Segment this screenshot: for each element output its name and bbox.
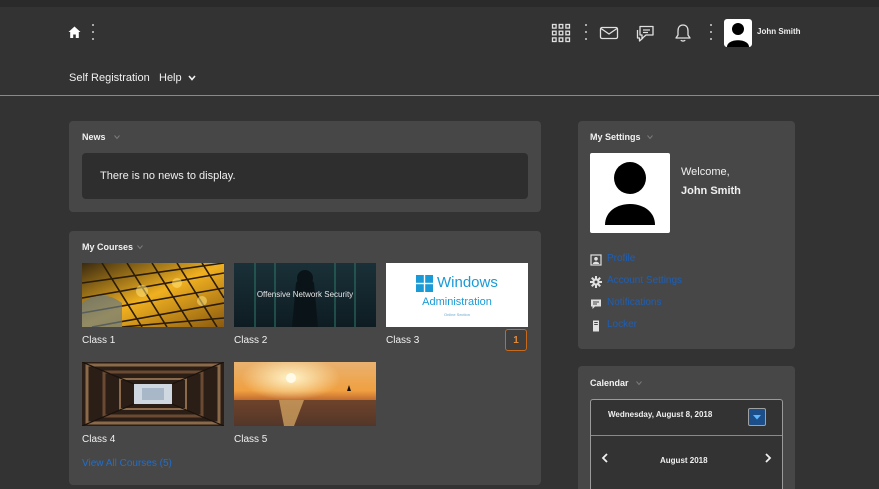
- course-label[interactable]: Class 3: [386, 335, 419, 346]
- course-label[interactable]: Class 2: [234, 335, 267, 346]
- notification-bubble-icon: [591, 299, 601, 309]
- settings-link-locker[interactable]: Locker: [607, 319, 637, 330]
- nav-self-registration[interactable]: Self Registration: [69, 72, 150, 84]
- news-title: News: [82, 132, 106, 142]
- course-label[interactable]: Class 1: [82, 335, 115, 346]
- chevron-down-icon: [188, 75, 196, 81]
- locker-icon: [593, 320, 599, 332]
- windows-logo-icon: [416, 275, 433, 292]
- course-tile-image[interactable]: Windows Administration Online Section: [386, 263, 528, 327]
- chevron-left-icon[interactable]: [598, 451, 612, 465]
- user-silhouette-icon: [727, 23, 749, 47]
- nav-help-label: Help: [159, 72, 182, 84]
- calendar-selected-date: Wednesday, August 8, 2018: [608, 410, 713, 419]
- user-name[interactable]: John Smith: [757, 27, 801, 36]
- separator: [585, 24, 588, 40]
- course-image-subtitle: Administration: [422, 296, 492, 308]
- welcome-user-name: John Smith: [681, 185, 741, 197]
- calendar-month: August 2018: [660, 456, 708, 465]
- top-band: [0, 0, 879, 7]
- mail-icon[interactable]: [599, 23, 619, 43]
- news-empty-message: There is no news to display.: [100, 170, 236, 182]
- course-tile-image[interactable]: [82, 362, 224, 426]
- separator: [92, 24, 95, 40]
- chevron-down-icon[interactable]: [114, 134, 120, 140]
- course-image-title: Windows: [437, 274, 498, 291]
- welcome-text: Welcome,: [681, 166, 730, 178]
- separator: [710, 24, 713, 40]
- calendar-title: Calendar: [590, 378, 629, 388]
- view-all-courses-link[interactable]: View All Courses (5): [82, 458, 172, 469]
- chevron-down-icon[interactable]: [647, 134, 653, 140]
- settings-link-notifications[interactable]: Notifications: [607, 297, 661, 308]
- profile-icon: [590, 254, 602, 266]
- avatar[interactable]: [724, 19, 752, 47]
- navbar: John Smith Self Registration Help: [0, 7, 879, 96]
- course-label[interactable]: Class 4: [82, 434, 115, 445]
- gear-icon: [590, 276, 602, 288]
- course-image-text: Offensive Network Security: [256, 290, 354, 299]
- course-tile-image[interactable]: [82, 263, 224, 327]
- caret-down-icon: [753, 415, 761, 420]
- chevron-down-icon[interactable]: [636, 380, 642, 386]
- user-silhouette-icon: [605, 162, 655, 225]
- course-label[interactable]: Class 5: [234, 434, 267, 445]
- chevron-down-icon[interactable]: [137, 244, 143, 250]
- profile-avatar[interactable]: [590, 153, 670, 233]
- apps-grid-icon[interactable]: [551, 23, 571, 43]
- chevron-right-icon[interactable]: [761, 451, 775, 465]
- nav-help[interactable]: Help: [159, 72, 196, 84]
- settings-link-account[interactable]: Account Settings: [607, 275, 682, 286]
- notification-badge[interactable]: 1: [505, 329, 527, 351]
- course-tile-image[interactable]: [234, 362, 376, 426]
- news-empty-box: There is no news to display.: [82, 153, 528, 199]
- news-widget: News There is no news to display.: [69, 121, 541, 212]
- courses-title: My Courses: [82, 242, 134, 252]
- calendar-box: Wednesday, August 8, 2018 August 2018: [590, 399, 783, 489]
- settings-title: My Settings: [590, 132, 641, 142]
- calendar-header: Wednesday, August 8, 2018: [591, 400, 782, 436]
- course-image-caption: Online Section: [443, 312, 470, 317]
- course-tile-image[interactable]: Offensive Network Security: [234, 263, 376, 327]
- calendar-dropdown-button[interactable]: [748, 408, 766, 426]
- home-icon[interactable]: [68, 26, 81, 39]
- settings-link-profile[interactable]: Profile: [607, 253, 635, 264]
- bell-icon[interactable]: [673, 23, 693, 43]
- chat-icon[interactable]: [636, 23, 656, 43]
